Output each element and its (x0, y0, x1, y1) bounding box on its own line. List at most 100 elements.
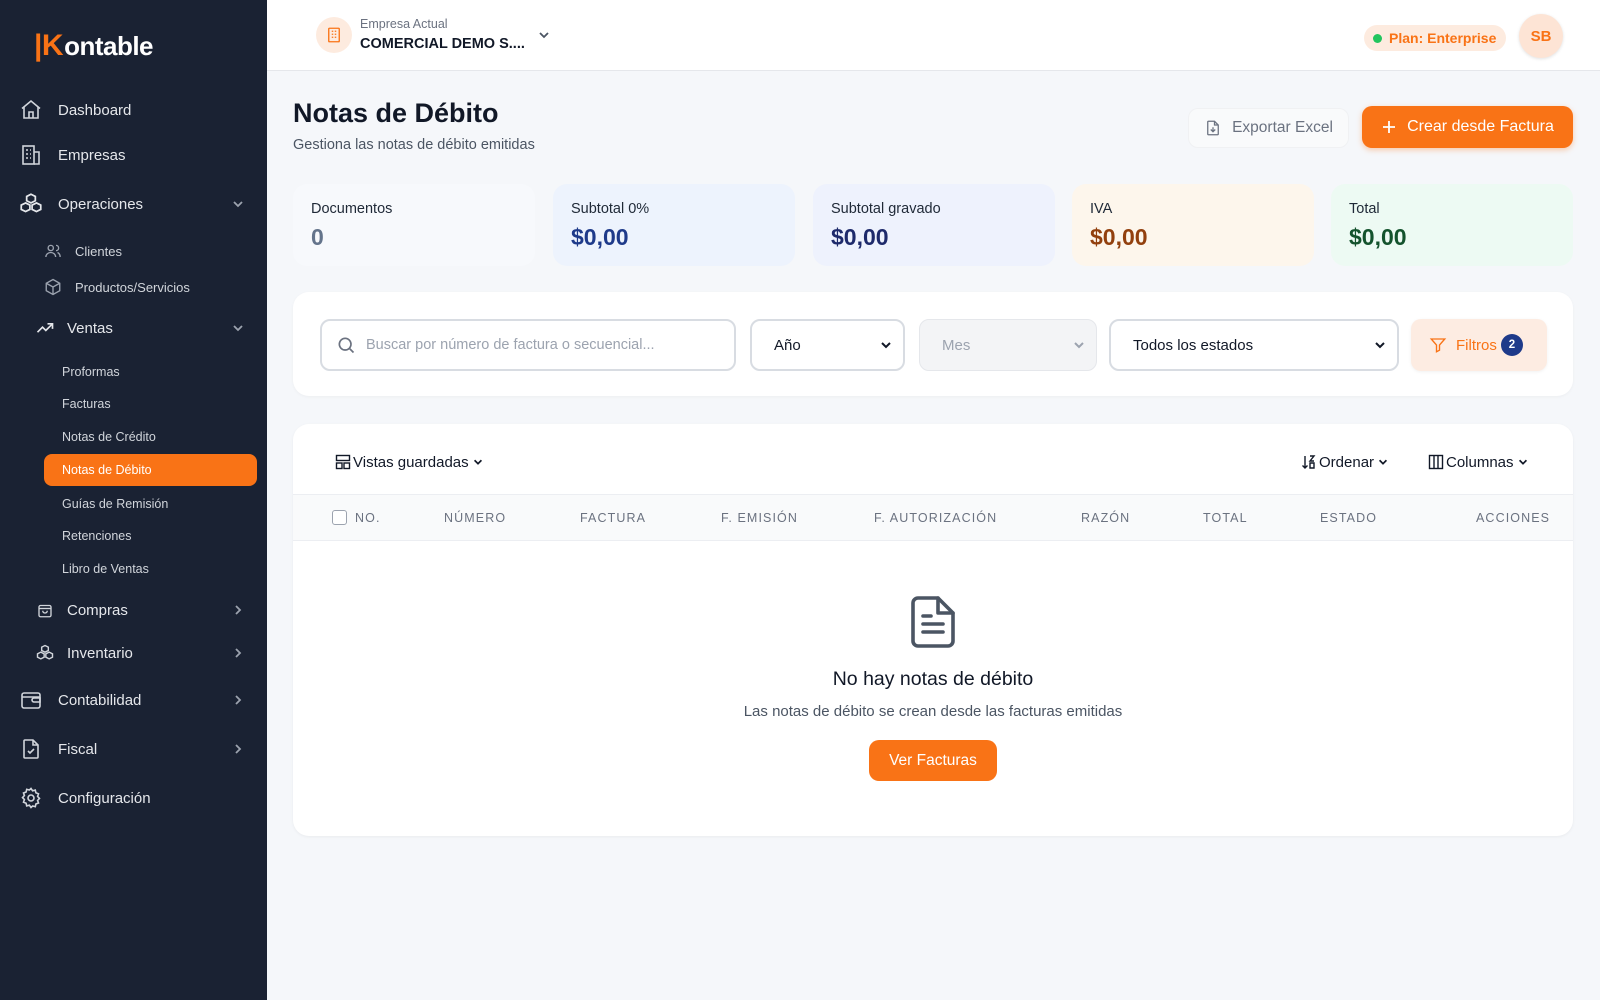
stat-card-subtotal-gravado: Subtotal gravado $0,00 (813, 184, 1055, 266)
sidebar-item-facturas[interactable]: Facturas (0, 388, 267, 420)
filters-label: Filtros (1456, 336, 1497, 354)
sidebar-item-contabilidad[interactable]: Contabilidad (0, 678, 267, 722)
chevron-right-icon (231, 603, 245, 617)
page-title: Notas de Débito (293, 98, 499, 128)
stat-value: $0,00 (831, 224, 889, 250)
sidebar-item-operaciones[interactable]: Operaciones (0, 182, 267, 226)
column-header-factura[interactable]: FACTURA (580, 511, 646, 525)
sidebar-label: Operaciones (58, 195, 144, 213)
chevron-down-icon (1377, 456, 1389, 468)
wallet-icon (18, 687, 44, 713)
sidebar-label: Ventas (67, 319, 113, 337)
saved-views-button[interactable]: Vistas guardadas (335, 450, 484, 474)
column-header-no[interactable]: NO. (355, 511, 381, 525)
sidebar-item-empresas[interactable]: Empresas (0, 133, 267, 177)
topbar: Empresa Actual COMERCIAL DEMO S.... Plan… (267, 0, 1600, 71)
sidebar-item-retenciones[interactable]: Retenciones (0, 520, 267, 552)
sidebar-item-configuracion[interactable]: Configuración (0, 776, 267, 820)
kontable-logo[interactable]: |K ontable (34, 28, 154, 64)
sidebar-label: Inventario (67, 644, 133, 662)
sidebar-item-notas-credito[interactable]: Notas de Crédito (0, 421, 267, 453)
year-select-value: Año (774, 336, 801, 354)
sidebar-item-compras[interactable]: Compras (0, 590, 267, 630)
columns-button[interactable]: Columnas (1428, 450, 1529, 474)
sidebar-label: Libro de Ventas (62, 562, 149, 576)
gear-icon (18, 785, 44, 811)
chevron-down-icon (231, 197, 245, 211)
funnel-icon (1429, 336, 1447, 354)
sort-icon (1301, 454, 1317, 470)
export-excel-button[interactable]: Exportar Excel (1188, 108, 1349, 148)
empty-state-subtitle: Las notas de débito se crean desde las f… (743, 703, 1123, 720)
chevron-down-icon[interactable] (537, 28, 551, 47)
sidebar-item-clientes[interactable]: Clientes (0, 234, 267, 268)
sidebar-item-dashboard[interactable]: Dashboard (0, 88, 267, 132)
stat-label: Subtotal 0% (571, 201, 650, 217)
company-label: Empresa Actual (360, 17, 448, 31)
filters-button[interactable]: Filtros 2 (1411, 319, 1547, 371)
create-from-invoice-button[interactable]: Crear desde Factura (1362, 106, 1573, 148)
column-header-f-autorizacion[interactable]: F. AUTORIZACIÓN (874, 511, 997, 525)
users-icon (44, 242, 62, 260)
sidebar-label: Empresas (58, 146, 126, 164)
stat-card-documentos: Documentos 0 (293, 184, 535, 266)
stat-card-subtotal-0: Subtotal 0% $0,00 (553, 184, 795, 266)
stat-label: Documentos (311, 201, 393, 217)
column-header-total[interactable]: TOTAL (1203, 511, 1248, 525)
chevron-right-icon (231, 693, 245, 707)
page-subtitle: Gestiona las notas de débito emitidas (293, 137, 535, 153)
sidebar-label: Clientes (75, 243, 122, 259)
month-select-value: Mes (942, 336, 971, 354)
sidebar-item-inventario[interactable]: Inventario (0, 633, 267, 673)
box-icon (44, 278, 62, 296)
sidebar-label: Guías de Remisión (62, 497, 169, 511)
chevron-down-icon (472, 456, 484, 468)
building-icon (18, 142, 44, 168)
chevron-down-icon (1072, 338, 1086, 352)
status-select[interactable]: Todos los estados (1109, 319, 1399, 371)
select-all-checkbox[interactable] (332, 510, 347, 525)
stat-label: Subtotal gravado (831, 201, 941, 217)
columns-icon (1428, 454, 1444, 470)
layout-icon (335, 454, 351, 470)
shopping-bag-icon (35, 600, 55, 620)
sort-button[interactable]: Ordenar (1301, 450, 1389, 474)
plan-badge: Plan: Enterprise (1364, 25, 1507, 51)
table-header: NO. NÚMERO FACTURA F. EMISIÓN F. AUTORIZ… (293, 494, 1573, 541)
sidebar-item-proformas[interactable]: Proformas (0, 356, 267, 388)
sidebar: |K ontable Dashboard Empresas Operaciones… (0, 0, 267, 1000)
column-header-f-emision[interactable]: F. EMISIÓN (721, 511, 798, 525)
sidebar-item-libro-ventas[interactable]: Libro de Ventas (0, 553, 267, 585)
sidebar-item-guias-remision[interactable]: Guías de Remisión (0, 488, 267, 520)
sidebar-item-fiscal[interactable]: Fiscal (0, 727, 267, 771)
column-header-numero[interactable]: NÚMERO (444, 511, 506, 525)
chevron-down-icon (879, 338, 893, 352)
year-select[interactable]: Año (750, 319, 905, 371)
column-header-razon[interactable]: RAZÓN (1081, 511, 1130, 525)
stat-label: IVA (1090, 201, 1113, 217)
column-header-estado[interactable]: ESTADO (1320, 511, 1377, 525)
status-dot (1373, 33, 1382, 43)
month-select[interactable]: Mes (919, 319, 1097, 371)
sidebar-item-ventas[interactable]: Ventas (0, 308, 267, 348)
search-field[interactable] (320, 319, 736, 371)
column-header-acciones: ACCIONES (1476, 511, 1551, 525)
search-icon (336, 335, 356, 355)
filters-count-badge: 2 (1501, 334, 1523, 356)
columns-label: Columnas (1446, 453, 1514, 471)
avatar[interactable]: SB (1519, 14, 1563, 58)
sidebar-label: Dashboard (58, 101, 132, 119)
export-label: Exportar Excel (1232, 119, 1333, 136)
sidebar-item-notas-debito[interactable]: Notas de Débito (44, 454, 257, 486)
stat-value: $0,00 (1349, 224, 1407, 250)
view-invoices-button[interactable]: Ver Facturas (869, 740, 997, 781)
plan-label: Plan: Enterprise (1389, 30, 1497, 46)
sidebar-label: Notas de Débito (62, 463, 152, 477)
search-input[interactable] (366, 337, 716, 353)
sidebar-item-productos[interactable]: Productos/Servicios (0, 270, 267, 304)
debit-notes-table: Vistas guardadas Ordenar Columnas NO. NÚ… (293, 424, 1573, 836)
company-selector[interactable]: COMERCIAL DEMO S.... (360, 36, 525, 52)
empty-state-title: No hay notas de débito (832, 668, 1034, 690)
stat-card-iva: IVA $0,00 (1072, 184, 1314, 266)
sidebar-label: Retenciones (62, 529, 132, 543)
